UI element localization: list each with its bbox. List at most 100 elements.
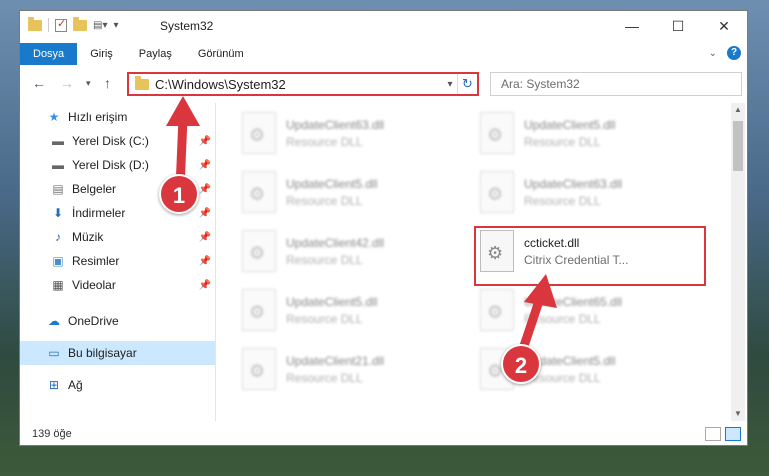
pin-icon[interactable]: 📌 <box>199 280 211 291</box>
details-view-icon[interactable] <box>705 427 721 441</box>
dll-file-icon <box>242 112 276 154</box>
file-name: UpdateClient5.dll <box>524 118 616 132</box>
ribbon-tabs: Dosya Giriş Paylaş Görünüm <box>20 43 747 65</box>
file-item[interactable]: UpdateClient65.dll Resource DLL <box>480 284 710 336</box>
minimize-button[interactable]: — <box>609 11 655 41</box>
help-icon[interactable]: ? <box>727 46 741 60</box>
tab-share[interactable]: Paylaş <box>126 43 185 65</box>
scroll-thumb[interactable] <box>733 121 743 171</box>
document-icon: ▤ <box>52 182 64 196</box>
ribbon-right-controls: ⌄ ? <box>709 46 741 60</box>
quick-access-toolbar: ▤▾ ▾ <box>28 16 119 32</box>
nav-item-label: Hızlı erişim <box>68 110 128 124</box>
nav-item-onedrive[interactable]: ☁ OneDrive <box>20 309 215 333</box>
view-switcher <box>705 427 741 441</box>
ribbon-expand-icon[interactable]: ⌄ <box>709 48 717 59</box>
file-item[interactable]: UpdateClient5.dll Resource DLL <box>242 166 472 218</box>
nav-item-label: Bu bilgisayar <box>68 346 137 360</box>
new-folder-icon[interactable] <box>73 16 87 31</box>
file-description: Resource DLL <box>286 253 363 267</box>
file-item[interactable]: UpdateClient42.dll Resource DLL <box>242 225 472 277</box>
nav-item-local-disk-c[interactable]: ▬ Yerel Disk (C:) 📌 <box>20 129 215 153</box>
nav-item-label: Yerel Disk (D:) <box>72 158 149 172</box>
file-item[interactable]: UpdateClient63.dll Resource DLL <box>242 107 472 159</box>
file-description: Resource DLL <box>524 194 601 208</box>
nav-item-pictures[interactable]: ▣ Resimler 📌 <box>20 249 215 273</box>
pane-divider[interactable] <box>215 103 216 421</box>
scroll-up-icon[interactable]: ▲ <box>731 103 745 117</box>
customize-qat-icon[interactable]: ▤▾ <box>93 20 107 31</box>
back-arrow-icon[interactable]: ← <box>32 75 46 91</box>
file-item[interactable]: UpdateClient5.dll Resource DLL <box>480 107 710 159</box>
nav-item-network[interactable]: ⊞ Ağ <box>20 373 215 397</box>
nav-item-this-pc[interactable]: ▭ Bu bilgisayar <box>20 341 215 365</box>
up-arrow-icon[interactable]: ↑ <box>104 75 111 91</box>
file-description: Resource DLL <box>286 312 363 326</box>
nav-item-label: Belgeler <box>72 182 117 196</box>
nav-item-local-disk-d[interactable]: ▬ Yerel Disk (D:) 📌 <box>20 153 215 177</box>
chevron-down-icon[interactable]: ▾ <box>443 79 457 90</box>
vertical-scrollbar[interactable]: ▲ ▼ <box>731 103 745 421</box>
file-name: UpdateClient21.dll <box>286 354 385 368</box>
search-input[interactable]: Ara: System32 <box>490 72 742 96</box>
nav-item-label: Ağ <box>68 378 83 392</box>
file-name: UpdateClient5.dll <box>286 177 378 191</box>
file-description: Resource DLL <box>286 371 363 385</box>
pin-icon[interactable]: 📌 <box>199 184 211 195</box>
dll-file-icon <box>242 348 276 390</box>
tab-home[interactable]: Giriş <box>77 43 126 65</box>
maximize-button[interactable]: ☐ <box>655 11 701 41</box>
window-controls: — ☐ ✕ <box>609 11 747 41</box>
properties-icon[interactable] <box>55 17 67 32</box>
file-description: Resource DLL <box>286 194 363 208</box>
address-row: ← → ▾ ↑ C:\Windows\System32 ▾ ↻ Ara: Sys… <box>20 69 747 99</box>
pin-icon[interactable]: 📌 <box>199 136 211 147</box>
nav-item-label: Yerel Disk (C:) <box>72 134 149 148</box>
drive-icon: ▬ <box>52 158 64 172</box>
tab-file[interactable]: Dosya <box>20 43 78 65</box>
nav-item-label: Resimler <box>72 254 120 268</box>
nav-item-music[interactable]: ♪ Müzik 📌 <box>20 225 215 249</box>
file-name: UpdateClient42.dll <box>286 236 385 250</box>
refresh-icon[interactable]: ↻ <box>457 74 477 94</box>
step-1-badge: 1 <box>159 174 199 214</box>
file-item[interactable]: UpdateClient5.dll Resource DLL <box>242 284 472 336</box>
address-path[interactable]: C:\Windows\System32 <box>155 77 443 92</box>
step-2-badge: 2 <box>501 344 541 384</box>
pin-icon[interactable]: 📌 <box>199 256 211 267</box>
folder-icon[interactable] <box>28 16 42 31</box>
file-item[interactable]: UpdateClient63.dll Resource DLL <box>480 166 710 218</box>
file-item[interactable]: UpdateClient21.dll Resource DLL <box>242 343 472 395</box>
status-bar: 139 öğe <box>20 423 747 445</box>
scroll-down-icon[interactable]: ▼ <box>731 407 745 421</box>
cloud-icon: ☁ <box>48 314 60 328</box>
drive-icon: ▬ <box>52 134 64 148</box>
tab-view[interactable]: Görünüm <box>185 43 257 65</box>
title-bar: ▤▾ ▾ System32 — ☐ ✕ <box>20 11 747 41</box>
pin-icon[interactable]: 📌 <box>199 208 211 219</box>
close-button[interactable]: ✕ <box>701 11 747 41</box>
pin-icon[interactable]: 📌 <box>199 232 211 243</box>
computer-icon: ▭ <box>48 346 60 360</box>
file-description: Resource DLL <box>286 135 363 149</box>
forward-arrow-icon[interactable]: → <box>60 75 74 91</box>
nav-item-quick-access[interactable]: ★ Hızlı erişim <box>20 105 215 129</box>
nav-item-videos[interactable]: ▦ Videolar 📌 <box>20 273 215 297</box>
pictures-icon: ▣ <box>52 254 64 268</box>
nav-item-label: Müzik <box>72 230 104 244</box>
recent-locations-icon[interactable]: ▾ <box>86 78 91 89</box>
nav-item-label: Videolar <box>72 278 116 292</box>
dll-file-icon <box>242 171 276 213</box>
folder-icon <box>135 75 149 90</box>
dll-file-icon <box>480 112 514 154</box>
address-bar[interactable]: C:\Windows\System32 ▾ ↻ <box>127 72 479 96</box>
qat-dropdown-icon[interactable]: ▾ <box>113 20 118 31</box>
dll-file-icon <box>480 289 514 331</box>
dll-file-icon <box>480 171 514 213</box>
download-icon: ⬇ <box>52 206 64 220</box>
tiles-view-icon[interactable] <box>725 427 741 441</box>
star-icon: ★ <box>48 110 60 124</box>
file-name: UpdateClient63.dll <box>524 177 623 191</box>
dll-file-icon <box>242 230 276 272</box>
pin-icon[interactable]: 📌 <box>199 160 211 171</box>
